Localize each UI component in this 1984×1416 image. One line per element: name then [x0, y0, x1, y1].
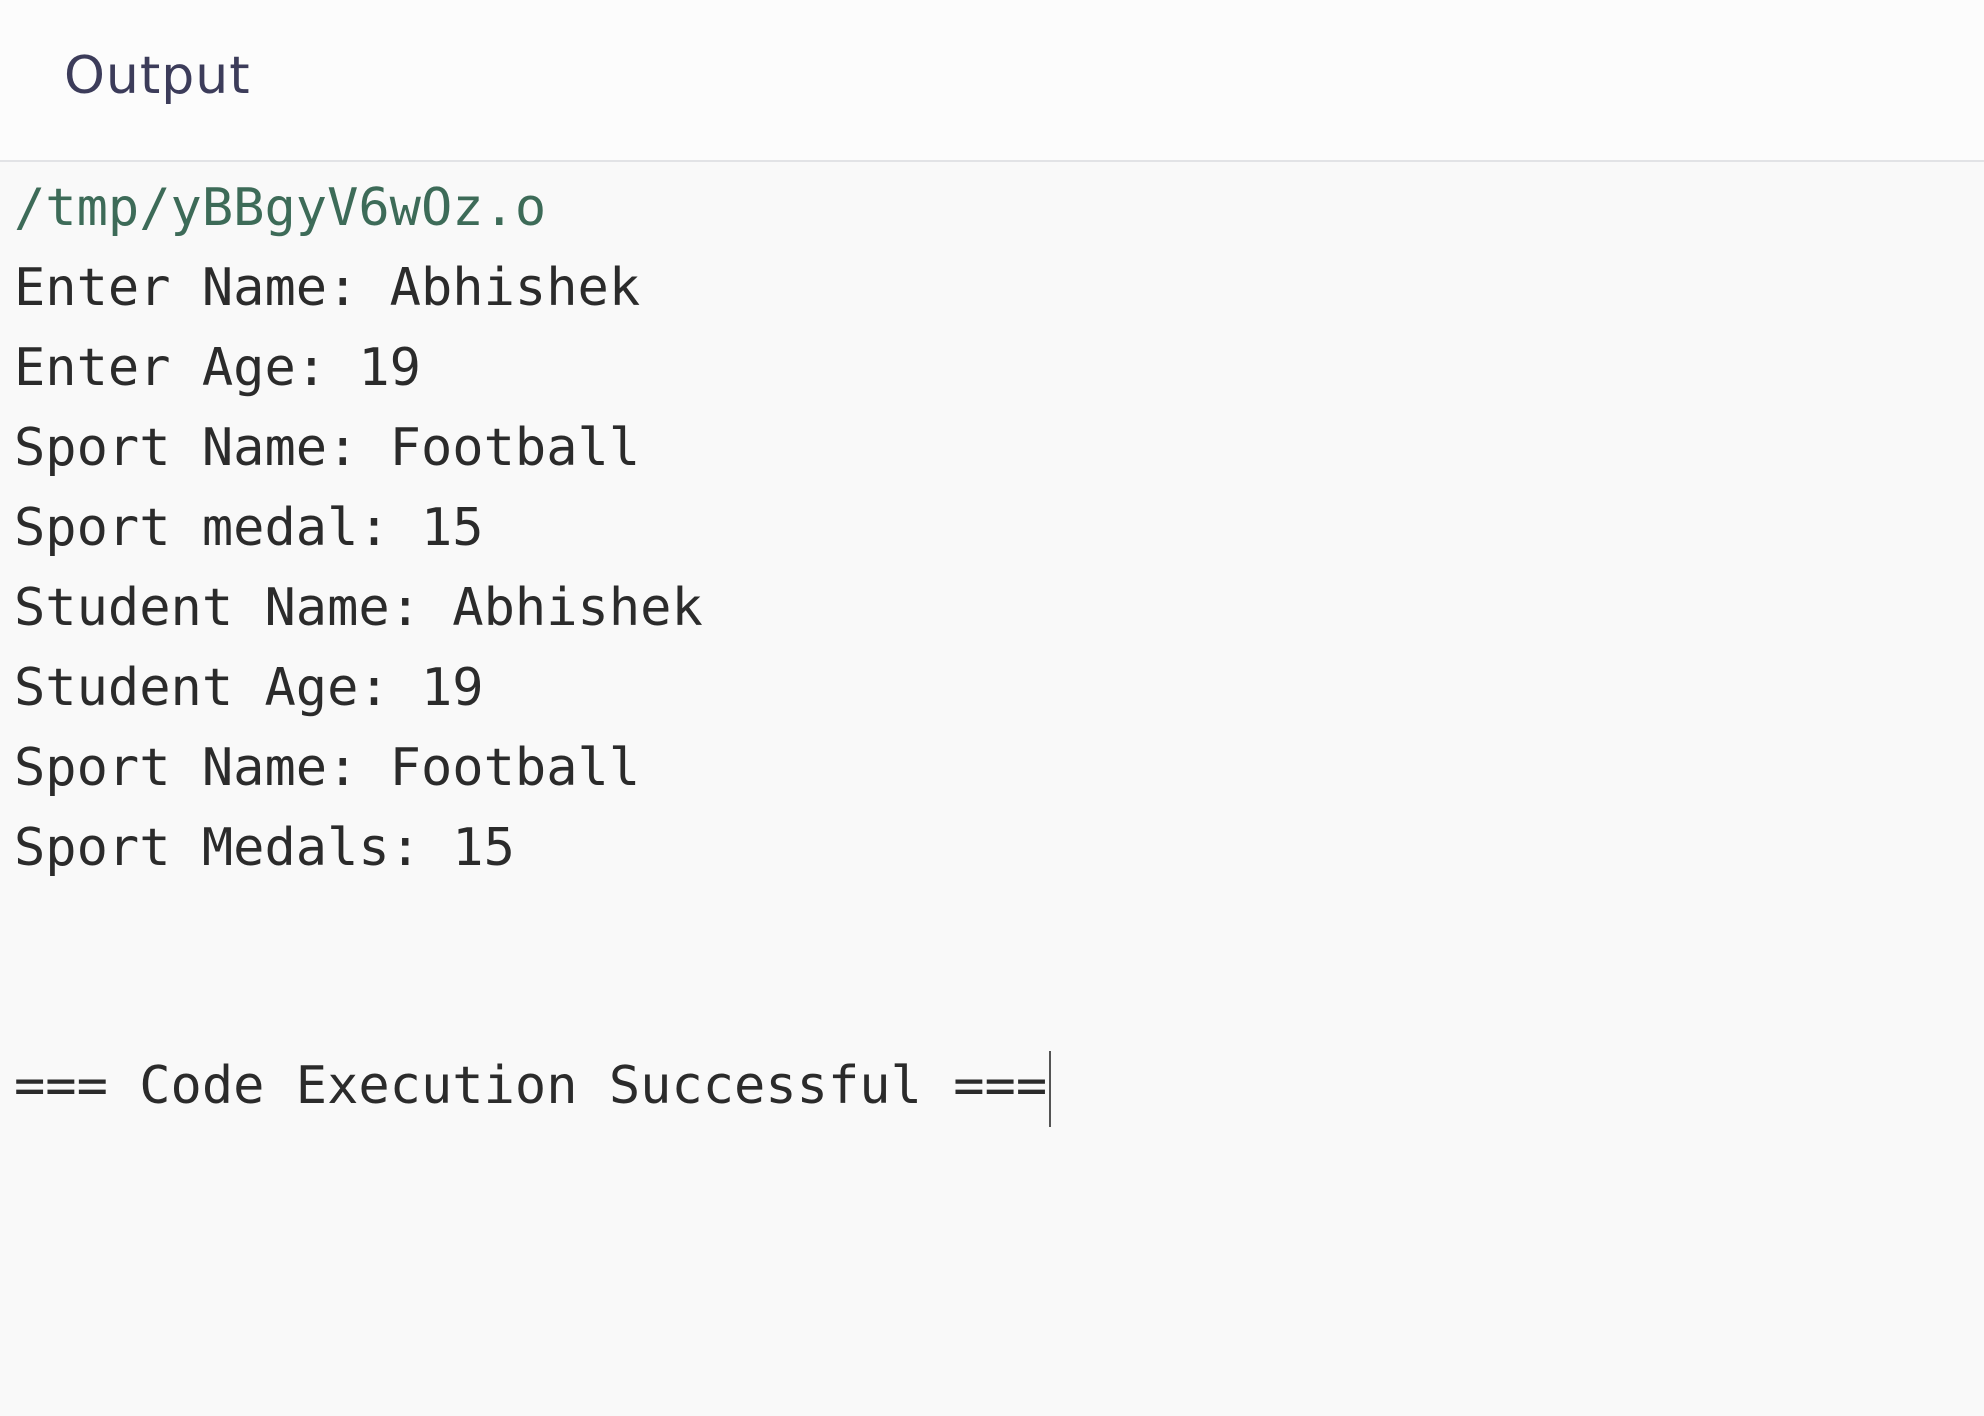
text-cursor: [1049, 1051, 1052, 1127]
console-output[interactable]: /tmp/yBBgyV6wOz.o Enter Name: Abhishek E…: [14, 168, 1984, 888]
output-title: Output: [64, 46, 251, 106]
output-panel: Output /tmp/yBBgyV6wOz.o Enter Name: Abh…: [0, 0, 1984, 1416]
console-line: Enter Age: 19: [14, 338, 421, 398]
execution-status-line: === Code Execution Successful ===: [14, 1046, 1052, 1127]
console-line: Sport Name: Football: [14, 418, 641, 478]
executable-path: /tmp/yBBgyV6wOz.o: [14, 178, 547, 238]
execution-status: === Code Execution Successful ===: [14, 1056, 1048, 1116]
console-line: Sport Medals: 15: [14, 818, 515, 878]
console-line: Student Age: 19: [14, 658, 484, 718]
console-line: Sport medal: 15: [14, 498, 484, 558]
output-header: Output: [0, 0, 1984, 162]
console-line: Enter Name: Abhishek: [14, 258, 641, 318]
console-line: Sport Name: Football: [14, 738, 641, 798]
console-line: Student Name: Abhishek: [14, 578, 703, 638]
